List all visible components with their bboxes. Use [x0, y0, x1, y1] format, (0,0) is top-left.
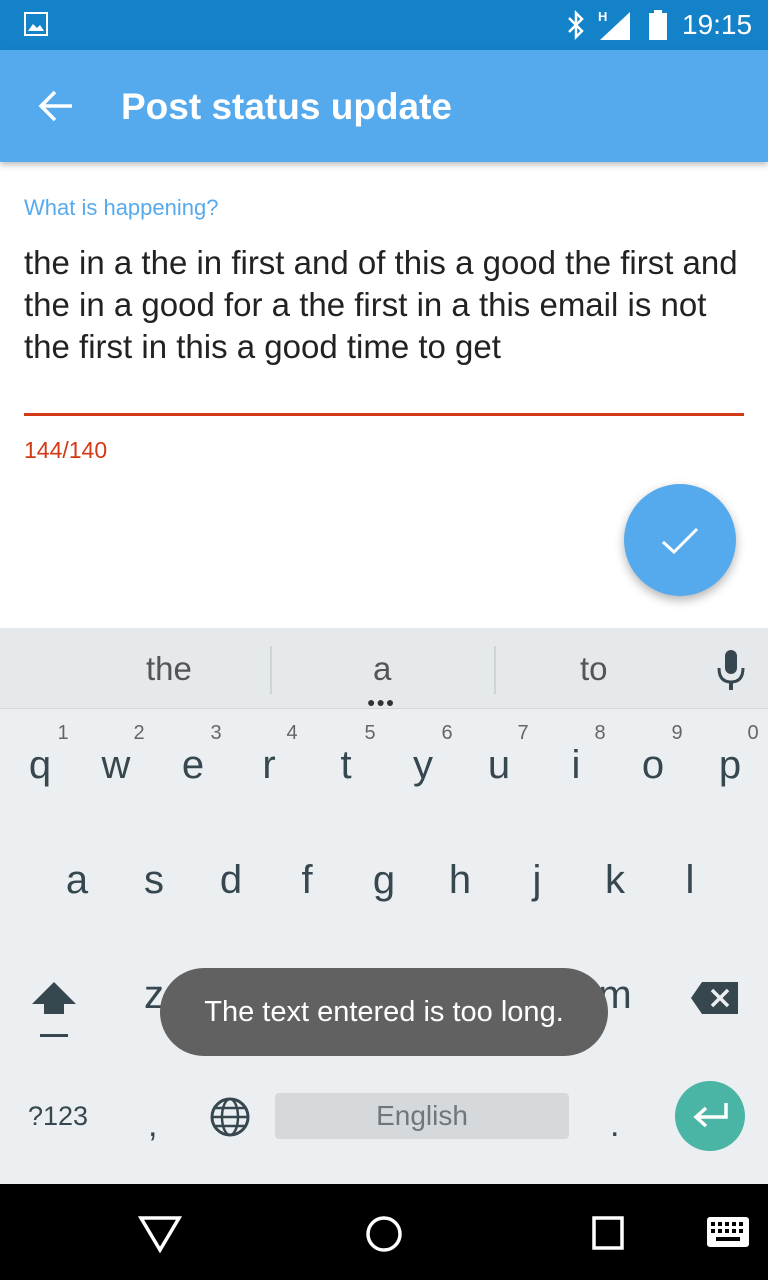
more-suggestions-icon: ●●●: [367, 694, 396, 710]
key-hint: 0: [747, 722, 759, 744]
post-button[interactable]: [624, 484, 736, 596]
key-k[interactable]: k: [585, 858, 645, 903]
signal-h-icon: H: [598, 9, 630, 40]
key-hint: 2: [133, 722, 145, 744]
enter-icon: [693, 1103, 728, 1128]
status-text-input[interactable]: the in a the in first and of this a good…: [24, 242, 744, 368]
image-icon: [24, 12, 48, 36]
keyboard-icon[interactable]: [706, 1216, 750, 1248]
input-underline: [24, 413, 744, 416]
key-s[interactable]: s: [124, 858, 184, 903]
shift-icon[interactable]: [30, 980, 78, 1040]
page-title: Post status update: [121, 86, 452, 127]
home-circle-icon[interactable]: [364, 1214, 404, 1254]
symbols-key[interactable]: ?123: [28, 1101, 88, 1132]
character-counter: 144/140: [24, 437, 108, 463]
key-f[interactable]: f: [277, 858, 337, 903]
key-o[interactable]: o: [623, 743, 683, 788]
battery-icon: [649, 10, 667, 40]
toast-message: The text entered is too long.: [160, 968, 608, 1056]
key-e[interactable]: e: [163, 743, 223, 788]
compose-hint-label: What is happening?: [24, 195, 219, 220]
key-q[interactable]: q: [10, 743, 70, 788]
key-j[interactable]: j: [507, 858, 567, 903]
app-bar: Post status update: [0, 50, 768, 162]
clock: 19:15: [682, 9, 753, 40]
key-hint: 6: [441, 722, 453, 744]
key-hint: 8: [594, 722, 606, 744]
back-triangle-icon[interactable]: [138, 1214, 182, 1254]
key-y[interactable]: y: [393, 743, 453, 788]
status-bar: H 19:15: [0, 0, 768, 50]
globe-icon[interactable]: [209, 1096, 251, 1138]
key-t[interactable]: t: [316, 743, 376, 788]
enter-button[interactable]: [675, 1081, 745, 1151]
key-p[interactable]: p: [700, 743, 760, 788]
key-w[interactable]: w: [86, 743, 146, 788]
period-key[interactable]: .: [610, 1106, 619, 1145]
soft-keyboard: the a to ●●● 1 2 3 4 5 6 7 8 9 0 q w e r…: [0, 628, 768, 1184]
comma-key[interactable]: ,: [148, 1106, 157, 1145]
key-u[interactable]: u: [469, 743, 529, 788]
key-i[interactable]: i: [546, 743, 606, 788]
key-g[interactable]: g: [354, 858, 414, 903]
check-icon: [661, 527, 699, 555]
navigation-bar: [0, 1184, 768, 1280]
svg-text:H: H: [598, 9, 607, 24]
key-r[interactable]: r: [239, 743, 299, 788]
arrow-left-icon[interactable]: [38, 88, 74, 124]
microphone-icon[interactable]: [716, 648, 746, 692]
key-hint: 3: [210, 722, 222, 744]
key-a[interactable]: a: [47, 858, 107, 903]
suggestion-divider: [494, 646, 496, 694]
key-hint: 5: [364, 722, 376, 744]
key-hint: 9: [671, 722, 683, 744]
suggestion-1[interactable]: the: [146, 650, 192, 688]
key-l[interactable]: l: [660, 858, 720, 903]
suggestion-2[interactable]: a: [373, 650, 391, 688]
key-hint: 4: [286, 722, 298, 744]
space-bar[interactable]: English: [275, 1093, 569, 1139]
suggestion-divider: [270, 646, 272, 694]
key-hint: 1: [57, 722, 69, 744]
recents-square-icon[interactable]: [590, 1214, 628, 1254]
backspace-icon[interactable]: [690, 980, 740, 1016]
key-d[interactable]: d: [201, 858, 261, 903]
bluetooth-icon: [568, 10, 584, 40]
key-h[interactable]: h: [430, 858, 490, 903]
suggestion-3[interactable]: to: [580, 650, 608, 688]
key-hint: 7: [517, 722, 529, 744]
